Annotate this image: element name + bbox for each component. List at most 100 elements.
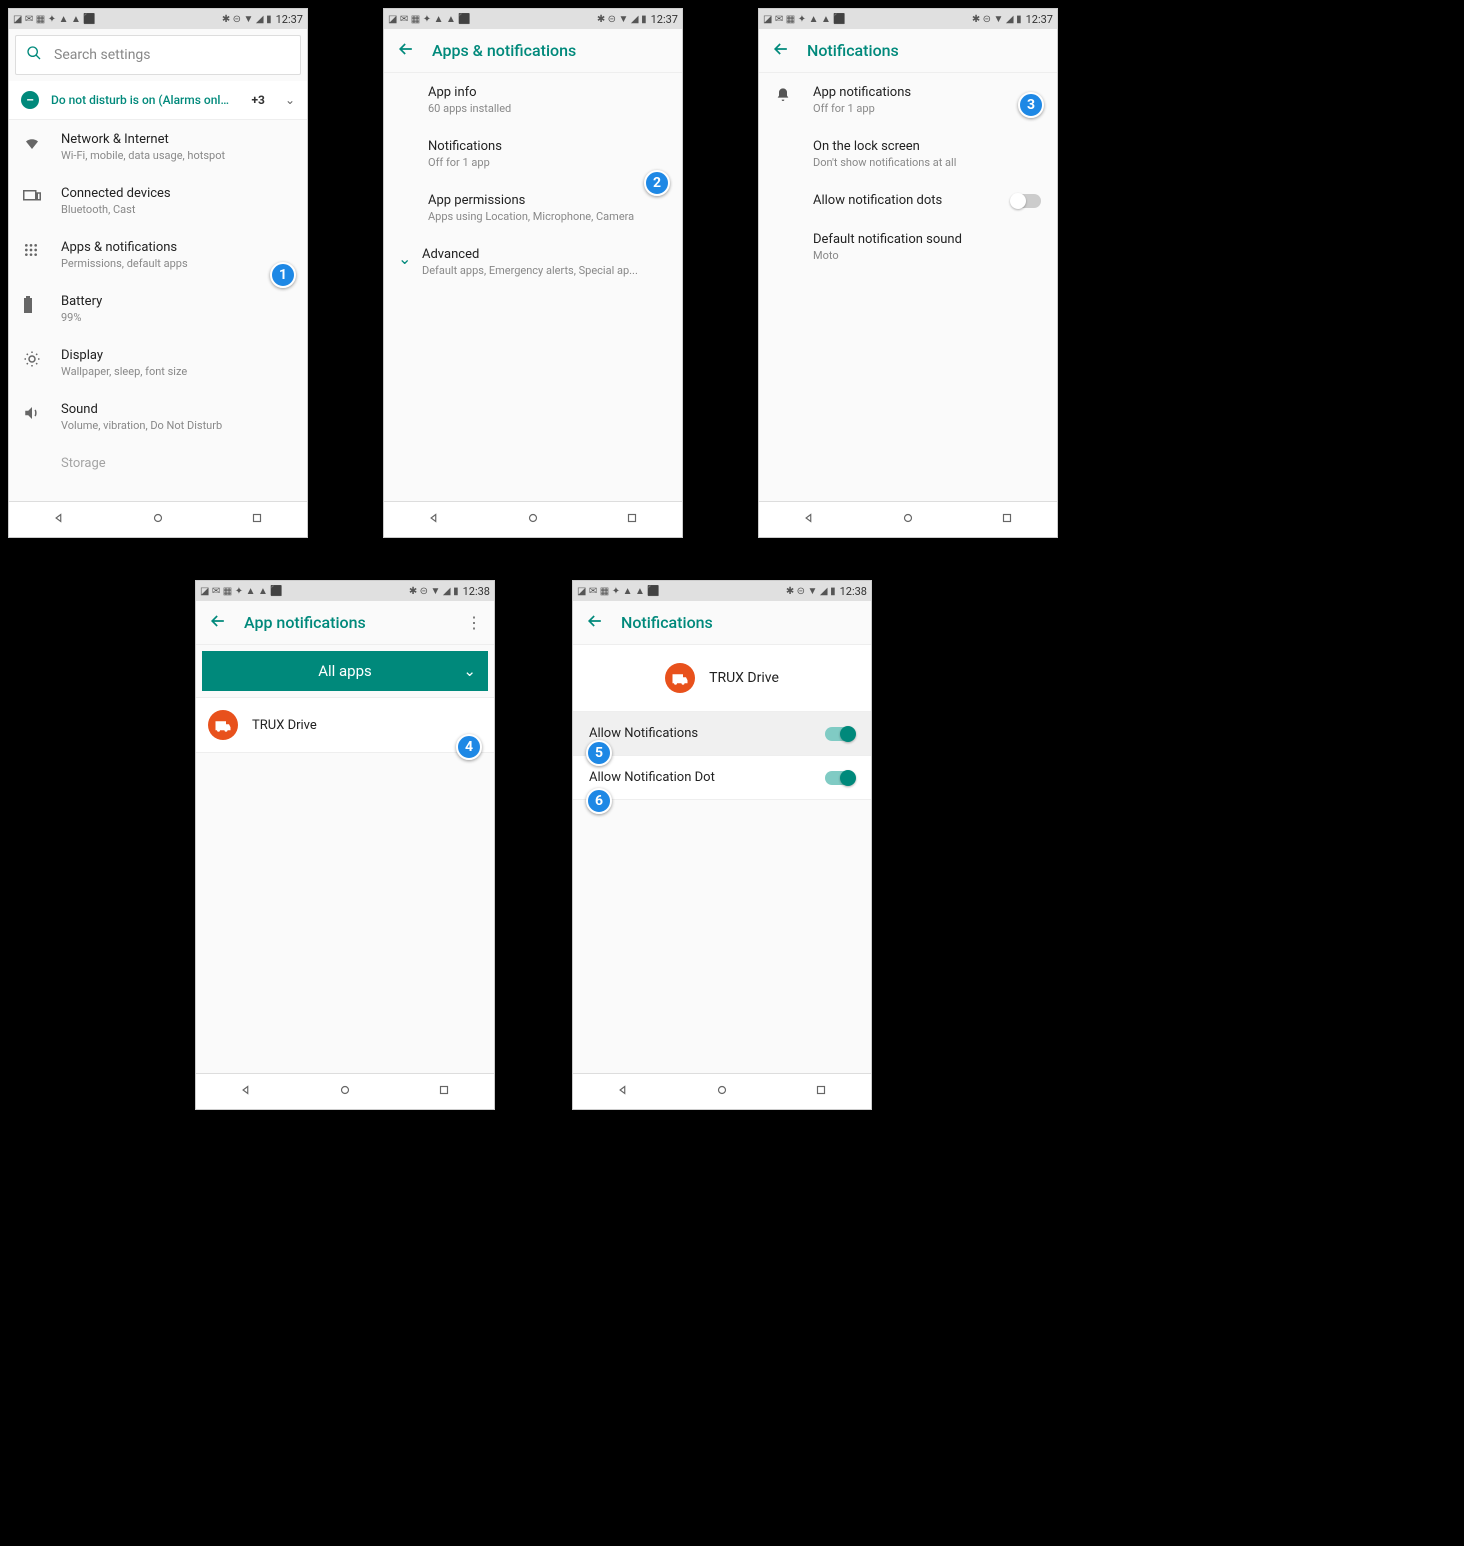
nav-back-icon[interactable] <box>239 1082 253 1101</box>
phone-app-notifications-list: ◪ ✉ ▦ ✦ ▲ ▲ ⬛ ✱ ⊝ ▼ ◢ ▮12:38 App notific… <box>195 580 495 1110</box>
search-placeholder: Search settings <box>54 47 151 63</box>
trux-app-icon <box>665 663 695 693</box>
dropdown-label: All apps <box>318 662 372 680</box>
toggle-allow-notifications[interactable] <box>825 727 855 741</box>
status-icons-left: ◪ ✉ ▦ ✦ ▲ ▲ ⬛ <box>577 586 660 597</box>
toggle-notification-dots[interactable] <box>1011 194 1041 208</box>
nav-back-icon[interactable] <box>427 510 441 529</box>
step-marker-4: 4 <box>456 734 482 760</box>
item-notifications[interactable]: NotificationsOff for 1 app <box>384 127 682 181</box>
nav-recent-icon[interactable] <box>250 510 264 529</box>
row-notification-dots[interactable]: Allow notification dots <box>759 181 1057 220</box>
item-title: Apps & notifications <box>61 240 188 255</box>
nav-bar <box>384 501 682 537</box>
dnd-text: Do not disturb is on (Alarms onl… <box>51 93 240 107</box>
trux-app-icon <box>208 710 238 740</box>
item-title: App info <box>428 85 511 100</box>
settings-item-storage[interactable]: Storage <box>9 444 307 471</box>
chevron-down-icon: ⌄ <box>398 247 412 268</box>
search-settings-box[interactable]: Search settings <box>15 35 301 75</box>
status-time: 12:37 <box>276 13 303 26</box>
row-label: Allow Notification Dot <box>589 770 825 785</box>
row-label: Allow Notifications <box>589 726 825 741</box>
nav-home-icon[interactable] <box>526 510 540 529</box>
nav-recent-icon[interactable] <box>1000 510 1014 529</box>
back-arrow-icon[interactable] <box>396 39 416 63</box>
header: Notifications <box>759 29 1057 73</box>
item-title: Network & Internet <box>61 132 225 147</box>
storage-icon <box>23 456 43 458</box>
item-sub: Permissions, default apps <box>61 257 188 270</box>
app-name: TRUX Drive <box>709 670 779 686</box>
row-default-sound[interactable]: Default notification soundMoto <box>759 220 1057 274</box>
settings-item-display[interactable]: DisplayWallpaper, sleep, font size <box>9 336 307 390</box>
item-title: App notifications <box>813 85 911 100</box>
item-advanced[interactable]: ⌄ AdvancedDefault apps, Emergency alerts… <box>384 235 682 289</box>
settings-item-battery[interactable]: Battery99% <box>9 282 307 336</box>
nav-home-icon[interactable] <box>715 1082 729 1101</box>
status-bar: ◪ ✉ ▦ ✦ ▲ ▲ ⬛ ✱ ⊝ ▼ ◢ ▮12:37 <box>384 9 682 29</box>
status-icons-right: ✱ ⊝ ▼ ◢ ▮ <box>597 14 647 25</box>
all-apps-dropdown[interactable]: All apps ⌄ <box>202 651 488 691</box>
settings-item-connected[interactable]: Connected devicesBluetooth, Cast <box>9 174 307 228</box>
nav-recent-icon[interactable] <box>814 1082 828 1101</box>
apps-icon <box>23 240 43 262</box>
item-sub: Wallpaper, sleep, font size <box>61 365 187 378</box>
item-title: Advanced <box>422 247 638 262</box>
item-title: Sound <box>61 402 222 417</box>
app-row-trux[interactable]: TRUX Drive <box>196 697 494 753</box>
status-bar: ◪ ✉ ▦ ✦ ▲ ▲ ⬛ ✱ ⊝ ▼ ◢ ▮12:38 <box>573 581 871 601</box>
item-sub: 99% <box>61 311 102 324</box>
row-lock-screen[interactable]: On the lock screenDon't show notificatio… <box>759 127 1057 181</box>
battery-icon <box>23 294 43 318</box>
nav-back-icon[interactable] <box>52 510 66 529</box>
back-arrow-icon[interactable] <box>208 611 228 635</box>
header: Apps & notifications <box>384 29 682 73</box>
item-sub: Volume, vibration, Do Not Disturb <box>61 419 222 432</box>
toggle-allow-notification-dot[interactable] <box>825 771 855 785</box>
header-title: Notifications <box>621 613 859 632</box>
dnd-banner[interactable]: – Do not disturb is on (Alarms onl… +3 ⌄ <box>9 81 307 120</box>
phone-settings: ◪ ✉ ▦ ✦ ▲ ▲ ⬛ ✱ ⊝ ▼ ◢ ▮ 12:37 Search set… <box>8 8 308 538</box>
settings-item-network[interactable]: Network & InternetWi-Fi, mobile, data us… <box>9 120 307 174</box>
item-sub: Off for 1 app <box>813 102 911 115</box>
header: Notifications <box>573 601 871 645</box>
nav-home-icon[interactable] <box>901 510 915 529</box>
status-bar: ◪ ✉ ▦ ✦ ▲ ▲ ⬛ ✱ ⊝ ▼ ◢ ▮12:38 <box>196 581 494 601</box>
item-app-permissions[interactable]: App permissionsApps using Location, Micr… <box>384 181 682 235</box>
item-title: Storage <box>61 456 106 471</box>
nav-back-icon[interactable] <box>802 510 816 529</box>
settings-item-apps[interactable]: Apps & notifications Permissions, default… <box>9 228 307 282</box>
item-sub: Bluetooth, Cast <box>61 203 171 216</box>
item-title: Notifications <box>428 139 502 154</box>
step-marker-2: 2 <box>644 170 670 196</box>
nav-back-icon[interactable] <box>616 1082 630 1101</box>
status-icons-left: ◪ ✉ ▦ ✦ ▲ ▲ ⬛ <box>200 586 283 597</box>
back-arrow-icon[interactable] <box>771 39 791 63</box>
status-icons-left: ◪ ✉ ▦ ✦ ▲ ▲ ⬛ <box>13 14 96 25</box>
phone-app-notification-settings: ◪ ✉ ▦ ✦ ▲ ▲ ⬛ ✱ ⊝ ▼ ◢ ▮12:38 Notificatio… <box>572 580 872 1110</box>
item-app-info[interactable]: App info60 apps installed <box>384 73 682 127</box>
status-bar: ◪ ✉ ▦ ✦ ▲ ▲ ⬛ ✱ ⊝ ▼ ◢ ▮ 12:37 <box>9 9 307 29</box>
status-icons-right: ✱ ⊝ ▼ ◢ ▮ <box>786 586 836 597</box>
nav-home-icon[interactable] <box>338 1082 352 1101</box>
item-sub: Apps using Location, Microphone, Camera <box>428 210 634 223</box>
nav-recent-icon[interactable] <box>625 510 639 529</box>
item-title: Allow notification dots <box>813 193 991 208</box>
devices-icon <box>23 186 43 207</box>
nav-home-icon[interactable] <box>151 510 165 529</box>
status-icons-left: ◪ ✉ ▦ ✦ ▲ ▲ ⬛ <box>388 14 471 25</box>
nav-bar <box>196 1073 494 1109</box>
row-allow-notifications[interactable]: Allow Notifications <box>573 712 871 756</box>
row-app-notifications[interactable]: App notifications Off for 1 app <box>759 73 1057 127</box>
dnd-more-count: +3 <box>252 93 265 107</box>
back-arrow-icon[interactable] <box>585 611 605 635</box>
item-title: On the lock screen <box>813 139 956 154</box>
overflow-menu-icon[interactable]: ⋮ <box>466 613 482 632</box>
nav-recent-icon[interactable] <box>437 1082 451 1101</box>
status-time: 12:38 <box>463 585 490 598</box>
item-sub: Moto <box>813 249 962 262</box>
app-name: TRUX Drive <box>252 718 317 733</box>
row-allow-notification-dot[interactable]: Allow Notification Dot <box>573 756 871 800</box>
settings-item-sound[interactable]: Sound Volume, vibration, Do Not Disturb <box>9 390 307 444</box>
